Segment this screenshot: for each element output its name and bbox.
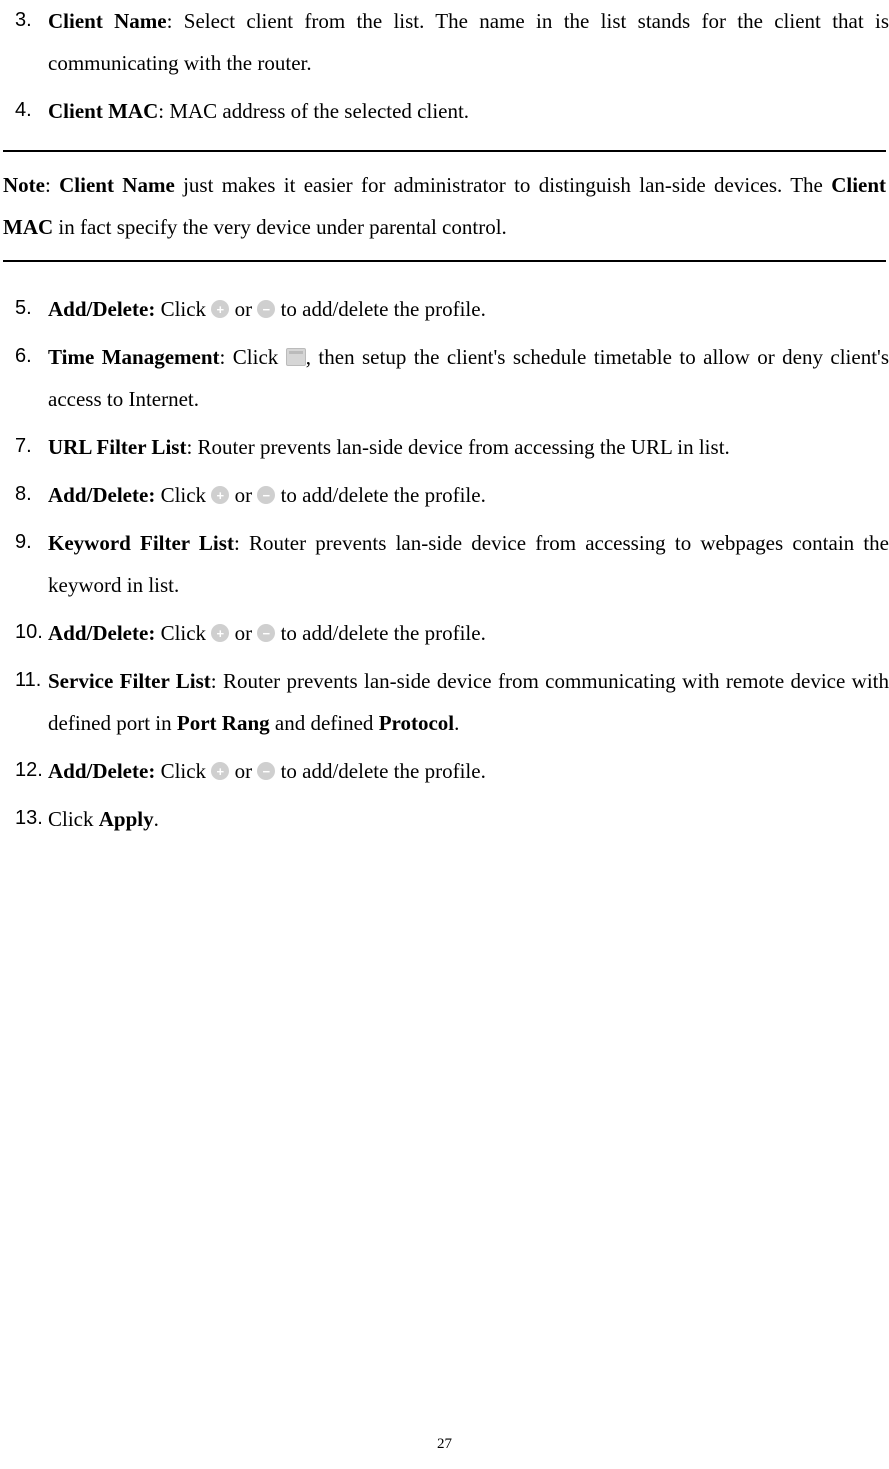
list-number: 13. xyxy=(15,798,48,840)
list-number: 5. xyxy=(15,288,48,330)
calendar-icon xyxy=(286,348,306,366)
minus-icon: − xyxy=(257,624,275,642)
item-text: . xyxy=(454,711,459,735)
item-heading: Add/Delete: xyxy=(48,759,155,783)
item-heading: URL Filter List xyxy=(48,435,186,459)
plus-icon: + xyxy=(211,624,229,642)
item-text: to add/delete the profile. xyxy=(275,621,486,645)
list-number: 10. xyxy=(15,612,48,654)
list-item-9: 9. Keyword Filter List: Router prevents … xyxy=(15,522,889,606)
note-text: just makes it easier for administrator t… xyxy=(175,173,831,197)
item-text: Click xyxy=(155,759,211,783)
list-content: Add/Delete: Click + or − to add/delete t… xyxy=(48,612,889,654)
item-text: Click xyxy=(48,807,99,831)
list-item-10: 10. Add/Delete: Click + or − to add/dele… xyxy=(15,612,889,654)
note-text: in fact specify the very device under pa… xyxy=(53,215,507,239)
list-number: 9. xyxy=(15,522,48,606)
item-text: : Select client from the list. The name … xyxy=(48,9,889,75)
list-number: 11. xyxy=(15,660,48,744)
item-text: and defined xyxy=(270,711,379,735)
instruction-list-bottom: 5. Add/Delete: Click + or − to add/delet… xyxy=(0,288,889,840)
item-heading: Client MAC xyxy=(48,99,158,123)
item-heading: Add/Delete: xyxy=(48,297,155,321)
item-text: to add/delete the profile. xyxy=(275,297,486,321)
plus-icon: + xyxy=(211,300,229,318)
item-text: : Router prevents lan-side device from a… xyxy=(186,435,729,459)
list-content: Click Apply. xyxy=(48,798,889,840)
item-text: . xyxy=(154,807,159,831)
list-item-5: 5. Add/Delete: Click + or − to add/delet… xyxy=(15,288,889,330)
list-number: 6. xyxy=(15,336,48,420)
item-bold: Apply xyxy=(99,807,154,831)
list-content: Client MAC: MAC address of the selected … xyxy=(48,90,889,132)
item-text: : Click xyxy=(220,345,286,369)
item-bold: Protocol xyxy=(379,711,454,735)
list-content: Add/Delete: Click + or − to add/delete t… xyxy=(48,474,889,516)
minus-icon: − xyxy=(257,486,275,504)
list-content: Service Filter List: Router prevents lan… xyxy=(48,660,889,744)
list-item-11: 11. Service Filter List: Router prevents… xyxy=(15,660,889,744)
item-bold: Port Rang xyxy=(177,711,270,735)
item-heading: Time Management xyxy=(48,345,220,369)
page-number: 27 xyxy=(0,1429,889,1459)
list-number: 4. xyxy=(15,90,48,132)
item-text: or xyxy=(229,621,257,645)
list-content: Keyword Filter List: Router prevents lan… xyxy=(48,522,889,606)
item-heading: Client Name xyxy=(48,9,167,33)
minus-icon: − xyxy=(257,762,275,780)
item-text: or xyxy=(229,759,257,783)
plus-icon: + xyxy=(211,486,229,504)
instruction-list-top: 3. Client Name: Select client from the l… xyxy=(0,0,889,132)
list-content: Add/Delete: Click + or − to add/delete t… xyxy=(48,288,889,330)
item-text: or xyxy=(229,297,257,321)
item-text: Click xyxy=(155,621,211,645)
note-box: Note: Client Name just makes it easier f… xyxy=(3,150,886,262)
item-text: : MAC address of the selected client. xyxy=(158,99,469,123)
minus-icon: − xyxy=(257,300,275,318)
list-number: 12. xyxy=(15,750,48,792)
item-text: or xyxy=(229,483,257,507)
item-text: to add/delete the profile. xyxy=(275,483,486,507)
list-content: Client Name: Select client from the list… xyxy=(48,0,889,84)
note-client-name: Client Name xyxy=(59,173,175,197)
list-item-8: 8. Add/Delete: Click + or − to add/delet… xyxy=(15,474,889,516)
list-item-12: 12. Add/Delete: Click + or − to add/dele… xyxy=(15,750,889,792)
list-number: 3. xyxy=(15,0,48,84)
item-text: Click xyxy=(155,297,211,321)
list-item-7: 7. URL Filter List: Router prevents lan-… xyxy=(15,426,889,468)
item-heading: Service Filter List xyxy=(48,669,211,693)
document-page: 3. Client Name: Select client from the l… xyxy=(0,0,889,1469)
item-text: to add/delete the profile. xyxy=(275,759,486,783)
list-number: 7. xyxy=(15,426,48,468)
plus-icon: + xyxy=(211,762,229,780)
item-text: Click xyxy=(155,483,211,507)
item-heading: Add/Delete: xyxy=(48,483,155,507)
list-item-13: 13. Click Apply. xyxy=(15,798,889,840)
note-text: : xyxy=(45,173,59,197)
note-label: Note xyxy=(3,173,45,197)
list-item-4: 4. Client MAC: MAC address of the select… xyxy=(15,90,889,132)
item-heading: Keyword Filter List xyxy=(48,531,234,555)
item-heading: Add/Delete: xyxy=(48,621,155,645)
list-content: Add/Delete: Click + or − to add/delete t… xyxy=(48,750,889,792)
list-content: Time Management: Click , then setup the … xyxy=(48,336,889,420)
list-item-6: 6. Time Management: Click , then setup t… xyxy=(15,336,889,420)
list-number: 8. xyxy=(15,474,48,516)
list-item-3: 3. Client Name: Select client from the l… xyxy=(15,0,889,84)
list-content: URL Filter List: Router prevents lan-sid… xyxy=(48,426,889,468)
